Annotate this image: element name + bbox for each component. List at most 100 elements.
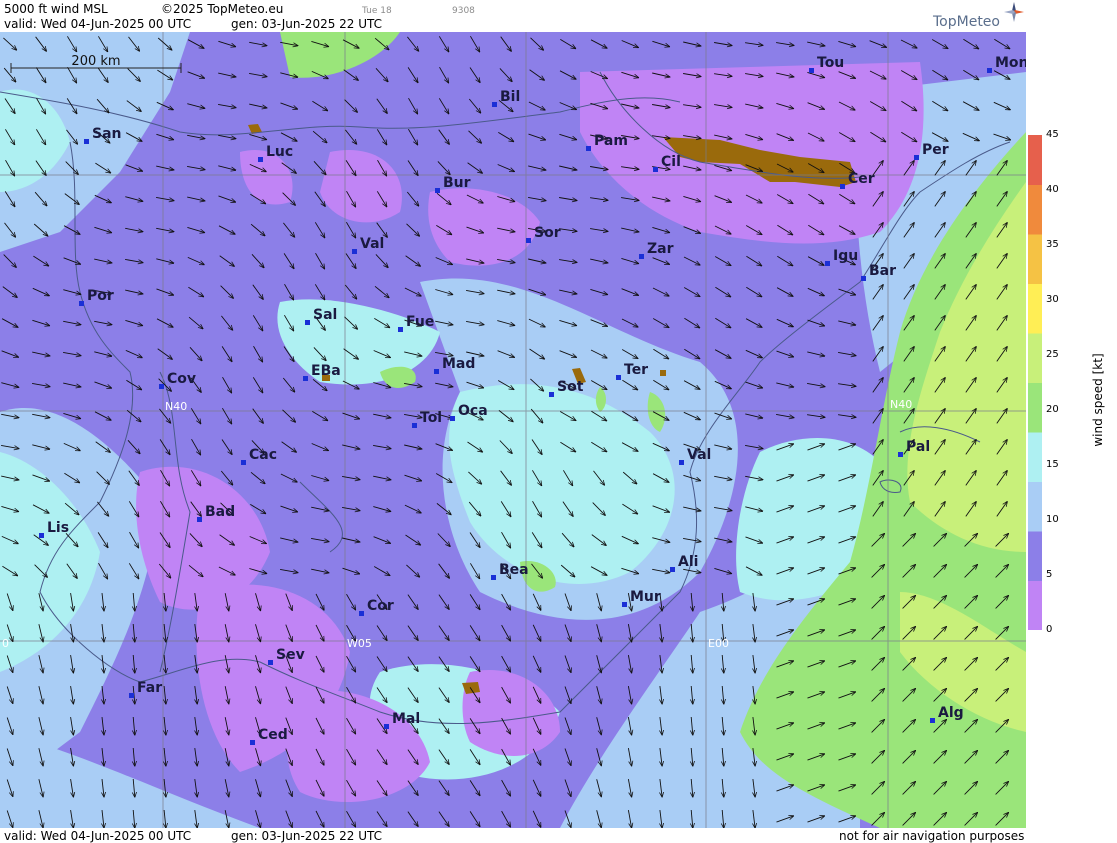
colorbar bbox=[1028, 135, 1042, 630]
city-label: Zar bbox=[647, 241, 674, 257]
city-label: Bur bbox=[443, 175, 471, 191]
city-label: Sor bbox=[534, 225, 561, 241]
footer-generated-time: gen: 03-Jun-2025 22 UTC bbox=[231, 829, 383, 843]
city-marker-icon bbox=[250, 740, 255, 745]
colorbar-step bbox=[1028, 283, 1042, 334]
city-marker-icon bbox=[639, 254, 644, 259]
map-title: 5000 ft wind MSL bbox=[4, 2, 108, 16]
colorbar-step bbox=[1028, 580, 1042, 630]
valid-time: valid: Wed 04-Jun-2025 00 UTC bbox=[4, 17, 192, 31]
city-label: Bar bbox=[869, 263, 896, 279]
city-label: Val bbox=[687, 447, 711, 463]
city-marker-icon bbox=[840, 184, 845, 189]
city-label: Sev bbox=[276, 647, 305, 663]
colorbar-tick: 25 bbox=[1046, 349, 1059, 360]
city-label: Igu bbox=[833, 248, 858, 264]
city-label: Far bbox=[137, 680, 162, 696]
city-marker-icon bbox=[622, 602, 627, 607]
city-marker-icon bbox=[930, 718, 935, 723]
city-label: Luc bbox=[266, 144, 293, 160]
city-label: Cil bbox=[661, 154, 681, 170]
colorbar-step bbox=[1028, 333, 1042, 383]
city-label: Ter bbox=[624, 362, 648, 378]
city-marker-icon bbox=[79, 301, 84, 306]
colorbar-step bbox=[1028, 135, 1042, 185]
city-label: Tou bbox=[817, 55, 844, 71]
lat-label-left: N40 bbox=[165, 400, 187, 413]
colorbar-tick: 45 bbox=[1046, 129, 1059, 140]
run-day: Tue 18 bbox=[362, 6, 392, 16]
city-label: Bea bbox=[499, 562, 529, 578]
colorbar-tick: 0 bbox=[1046, 624, 1053, 635]
city-label: Ced bbox=[258, 727, 288, 743]
city-marker-icon bbox=[616, 375, 621, 380]
city-label: Val bbox=[360, 236, 384, 252]
city-label: Alg bbox=[938, 705, 964, 721]
colorbar-tick: 40 bbox=[1046, 184, 1059, 195]
city-marker-icon bbox=[987, 68, 992, 73]
city-marker-icon bbox=[914, 155, 919, 160]
generated-time: gen: 03-Jun-2025 22 UTC bbox=[231, 17, 383, 31]
city-label: Por bbox=[87, 288, 114, 304]
run-code: 9308 bbox=[452, 6, 475, 16]
colorbar-tick: 5 bbox=[1046, 569, 1053, 580]
city-label: Pam bbox=[594, 133, 628, 149]
city-marker-icon bbox=[84, 139, 89, 144]
city-label: Sot bbox=[557, 379, 584, 395]
city-label: Oca bbox=[458, 403, 488, 419]
city-label: Ali bbox=[678, 554, 698, 570]
lon-label-w05: W05 bbox=[347, 637, 372, 650]
topmeteo-logo: TopMeteo bbox=[933, 14, 1000, 30]
city-marker-icon bbox=[586, 146, 591, 151]
city-label: Cac bbox=[249, 447, 277, 463]
city-marker-icon bbox=[384, 724, 389, 729]
city-label: Fue bbox=[406, 314, 434, 330]
city-label: Mad bbox=[442, 356, 475, 372]
city-label: Mal bbox=[392, 711, 420, 727]
wind-map: 200 km N40 N40 W05 E00 0 Tou Mon Bil San Luc… bbox=[0, 32, 1026, 828]
city-marker-icon bbox=[825, 261, 830, 266]
footer-valid-time: valid: Wed 04-Jun-2025 00 UTC bbox=[4, 829, 192, 843]
colorbar-tick: 30 bbox=[1046, 294, 1059, 305]
compass-logo-icon bbox=[1004, 2, 1024, 22]
copyright: ©2025 TopMeteo.eu bbox=[161, 2, 284, 16]
city-marker-icon bbox=[435, 188, 440, 193]
city-marker-icon bbox=[450, 416, 455, 421]
city-marker-icon bbox=[809, 68, 814, 73]
city-label: Per bbox=[922, 142, 949, 158]
city-marker-icon bbox=[197, 517, 202, 522]
city-marker-icon bbox=[241, 460, 246, 465]
city-label: Sal bbox=[313, 307, 337, 323]
lon-label-edge: 0 bbox=[2, 637, 9, 650]
colorbar-step bbox=[1028, 481, 1042, 532]
colorbar-tick: 35 bbox=[1046, 239, 1059, 250]
city-label: Cov bbox=[167, 371, 196, 387]
city-label: Cor bbox=[367, 598, 394, 614]
city-marker-icon bbox=[303, 376, 308, 381]
city-marker-icon bbox=[352, 249, 357, 254]
colorbar-step bbox=[1028, 382, 1042, 433]
city-marker-icon bbox=[526, 238, 531, 243]
city-marker-icon bbox=[412, 423, 417, 428]
colorbar-step bbox=[1028, 184, 1042, 235]
city-marker-icon bbox=[129, 693, 134, 698]
city-marker-icon bbox=[398, 327, 403, 332]
lon-label-e00: E00 bbox=[708, 637, 729, 650]
colorbar-step bbox=[1028, 234, 1042, 284]
footer-disclaimer: not for air navigation purposes bbox=[839, 829, 1025, 843]
city-label: EBa bbox=[311, 363, 341, 379]
colorbar-tick: 15 bbox=[1046, 459, 1059, 470]
city-label: Mur bbox=[630, 589, 661, 605]
city-label: Tol bbox=[420, 410, 442, 426]
colorbar-step bbox=[1028, 531, 1042, 581]
city-marker-icon bbox=[258, 157, 263, 162]
city-label: Pal bbox=[906, 439, 930, 455]
colorbar-tick: 10 bbox=[1046, 514, 1059, 525]
city-label: Mon bbox=[995, 55, 1026, 71]
city-marker-icon bbox=[159, 384, 164, 389]
lat-label-right: N40 bbox=[890, 398, 912, 411]
colorbar-step bbox=[1028, 432, 1042, 482]
city-marker-icon bbox=[549, 392, 554, 397]
city-marker-icon bbox=[492, 102, 497, 107]
colorbar-label: wind speed [kt] bbox=[1091, 353, 1105, 447]
